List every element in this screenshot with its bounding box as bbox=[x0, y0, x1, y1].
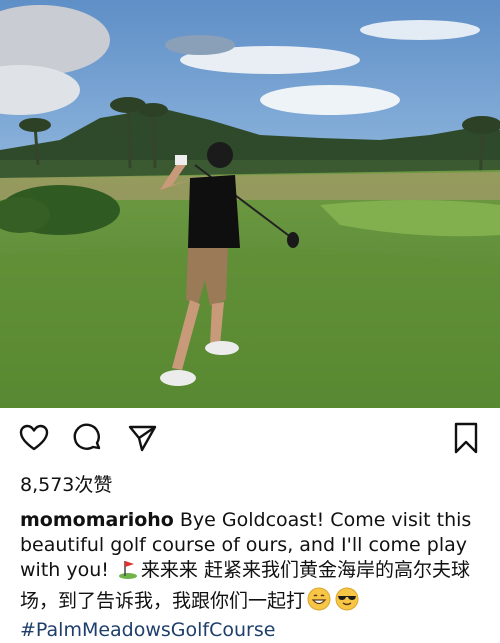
likes-number: 8,573 bbox=[20, 474, 75, 496]
likes-suffix: 次赞 bbox=[74, 474, 113, 496]
grinning-emoji bbox=[307, 587, 331, 618]
golf-flag-emoji bbox=[117, 558, 139, 587]
heart-icon[interactable] bbox=[14, 418, 54, 458]
golf-course-image bbox=[0, 0, 500, 408]
post-caption: momomarioho Bye Goldcoast! Come visit th… bbox=[20, 508, 485, 643]
hashtag-link[interactable]: #PalmMeadowsGolfCourse bbox=[20, 619, 275, 641]
post-actions bbox=[0, 418, 500, 458]
sunglasses-emoji bbox=[335, 587, 359, 618]
post-photo[interactable] bbox=[0, 0, 500, 408]
username-link[interactable]: momomarioho bbox=[20, 509, 174, 531]
comment-icon[interactable] bbox=[68, 418, 108, 458]
bookmark-icon[interactable] bbox=[446, 418, 486, 458]
send-icon[interactable] bbox=[122, 418, 162, 458]
likes-count[interactable]: 8,573次赞 bbox=[20, 470, 112, 497]
